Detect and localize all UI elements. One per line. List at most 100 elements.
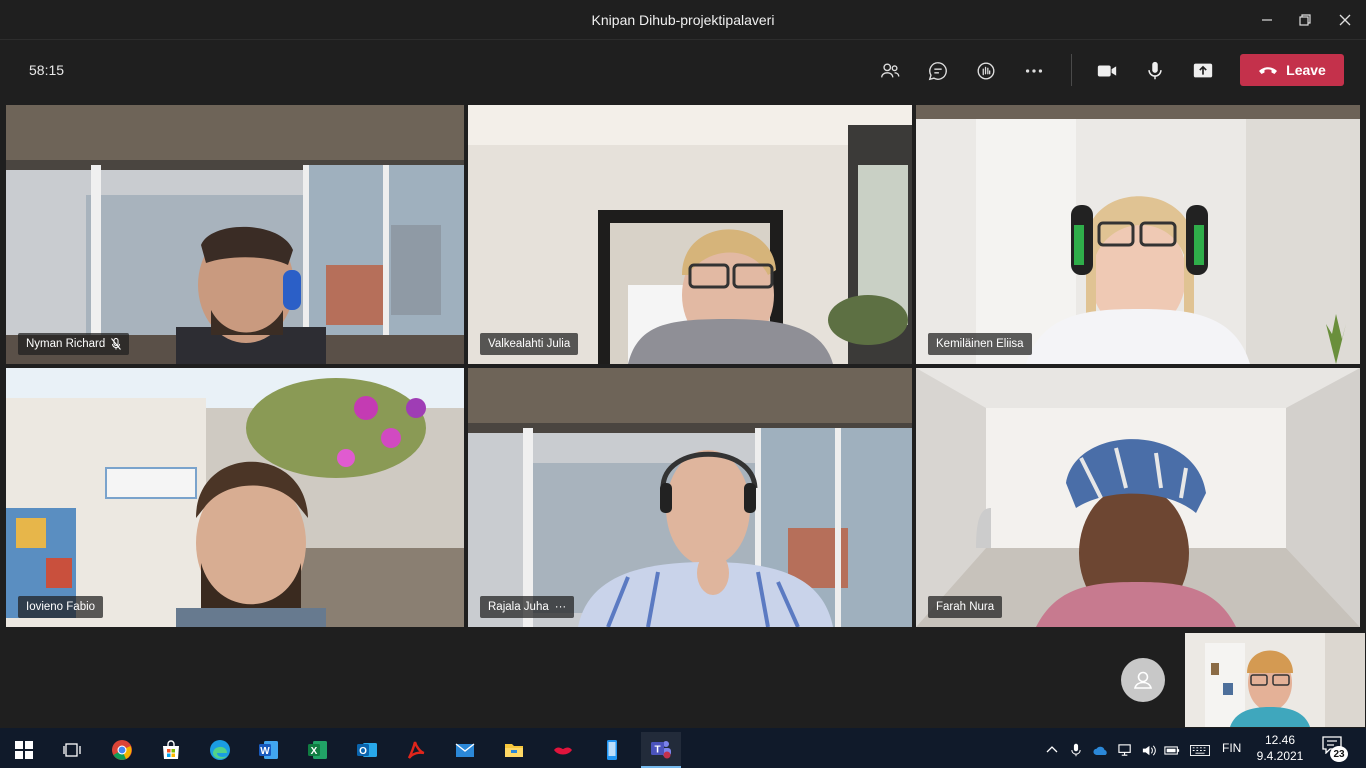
participant-name-chip: Valkealahti Julia (480, 333, 579, 355)
muted-mic-icon (111, 338, 122, 350)
taskbar-app-phone[interactable] (592, 732, 632, 768)
more-icon (1025, 69, 1043, 73)
volume-icon (1142, 744, 1156, 756)
app-phone-icon (607, 740, 617, 760)
tray-volume[interactable] (1136, 732, 1160, 768)
excel-icon: X (308, 741, 327, 759)
leave-button[interactable]: Leave (1240, 54, 1344, 86)
show-hidden-icons-button[interactable] (1040, 732, 1064, 768)
participant-name: Rajala Juha (488, 601, 549, 613)
tray-battery[interactable] (1160, 732, 1184, 768)
clock-time: 12.46 (1264, 733, 1296, 747)
notification-count-badge: 23 (1330, 746, 1348, 762)
video-tile-farah-nura[interactable]: Farah Nura (916, 368, 1360, 627)
raise-hand-button[interactable] (968, 54, 1004, 88)
chevron-up-icon (1046, 746, 1058, 753)
video-tile-rajala-juha[interactable]: Rajala Juha ··· (468, 368, 912, 627)
title-bar: Knipan Dihub-projektipalaveri (0, 0, 1366, 40)
onedrive-icon (1093, 746, 1107, 755)
taskbar-chrome[interactable] (102, 732, 142, 768)
meeting-toolbar: 58:15 (0, 40, 1366, 102)
video-feed (468, 105, 912, 364)
windows-taskbar: W X O T FIN 12.46 9.4.2021 23 (0, 728, 1366, 768)
start-icon (15, 741, 33, 759)
taskbar-app-lips[interactable] (543, 732, 583, 768)
participant-more-options[interactable]: ··· (555, 596, 567, 618)
tray-onedrive[interactable] (1089, 732, 1113, 768)
participant-name-chip: Kemiläinen Eliisa (928, 333, 1032, 355)
file-explorer-icon (505, 744, 523, 757)
participant-name: Farah Nura (936, 601, 995, 613)
start-button[interactable] (4, 732, 44, 768)
chrome-icon (112, 740, 132, 760)
close-icon (1339, 14, 1351, 26)
app-lips-icon (554, 747, 572, 755)
self-view-video[interactable] (1185, 633, 1365, 727)
taskbar-word[interactable]: W (249, 732, 289, 768)
participant-name: Iovieno Fabio (26, 601, 96, 613)
more-actions-button[interactable] (1016, 54, 1052, 88)
taskbar-acrobat[interactable] (396, 732, 436, 768)
participant-name: Valkealahti Julia (488, 338, 571, 350)
video-tile-valkealahti-julia[interactable]: Valkealahti Julia (468, 105, 912, 364)
taskbar-store[interactable] (151, 732, 191, 768)
window-title: Knipan Dihub-projektipalaveri (591, 12, 775, 28)
participant-name-chip: Farah Nura (928, 596, 1003, 618)
participants-button[interactable] (872, 54, 908, 88)
input-language[interactable]: FIN (1222, 741, 1241, 755)
keyboard-icon (1190, 744, 1210, 756)
participant-name: Nyman Richard (26, 338, 106, 350)
outlook-icon: O (357, 743, 377, 757)
battery-icon (1164, 745, 1180, 755)
tray-network[interactable] (1113, 732, 1137, 768)
video-feed (916, 105, 1360, 364)
svg-text:W: W (260, 746, 270, 757)
leave-label: Leave (1286, 62, 1326, 78)
taskbar-excel[interactable]: X (298, 732, 338, 768)
camera-icon (1097, 65, 1117, 77)
raise-hand-icon (977, 62, 995, 80)
microphone-tray-icon (1071, 743, 1081, 757)
taskbar-outlook[interactable]: O (347, 732, 387, 768)
svg-text:T: T (654, 745, 660, 756)
microphone-icon (1148, 61, 1162, 80)
acrobat-icon (407, 741, 425, 759)
chat-icon (928, 62, 947, 81)
video-feed (916, 368, 1360, 627)
svg-text:O: O (359, 746, 367, 757)
tray-keyboard[interactable] (1186, 732, 1214, 768)
task-view-icon (63, 743, 81, 757)
chat-button[interactable] (920, 54, 956, 88)
video-feed (6, 368, 464, 627)
participant-name-chip: Nyman Richard (18, 333, 130, 355)
taskbar-teams[interactable]: T (641, 732, 681, 768)
word-icon: W (259, 741, 278, 759)
participant-name-chip: Rajala Juha ··· (480, 596, 575, 618)
taskbar-mail[interactable] (445, 732, 485, 768)
share-screen-button[interactable] (1185, 54, 1221, 88)
task-view-button[interactable] (52, 732, 92, 768)
close-button[interactable] (1322, 0, 1366, 40)
camera-button[interactable] (1089, 54, 1125, 88)
taskbar-edge[interactable] (200, 732, 240, 768)
teams-icon: T (651, 741, 671, 759)
video-feed (6, 105, 464, 364)
video-tile-iovieno-fabio[interactable]: Iovieno Fabio (6, 368, 464, 627)
person-icon (1133, 671, 1153, 689)
network-icon (1117, 743, 1131, 756)
microphone-button[interactable] (1137, 54, 1173, 88)
tray-microphone[interactable] (1064, 732, 1088, 768)
video-tile-nyman-richard[interactable]: Nyman Richard (6, 105, 464, 364)
system-clock[interactable]: 12.46 9.4.2021 (1252, 732, 1308, 764)
taskbar-file-explorer[interactable] (494, 732, 534, 768)
video-tile-kemilainen-eliisa[interactable]: Kemiläinen Eliisa (916, 105, 1360, 364)
participants-icon (881, 63, 900, 78)
self-view-toggle-button[interactable] (1121, 658, 1165, 702)
restore-icon (1299, 14, 1311, 26)
clock-date: 9.4.2021 (1256, 749, 1304, 763)
minimize-icon (1262, 19, 1272, 21)
participant-name-chip: Iovieno Fabio (18, 596, 104, 618)
meeting-timer: 58:15 (29, 62, 65, 78)
svg-text:X: X (311, 746, 318, 757)
video-feed (1185, 633, 1365, 727)
